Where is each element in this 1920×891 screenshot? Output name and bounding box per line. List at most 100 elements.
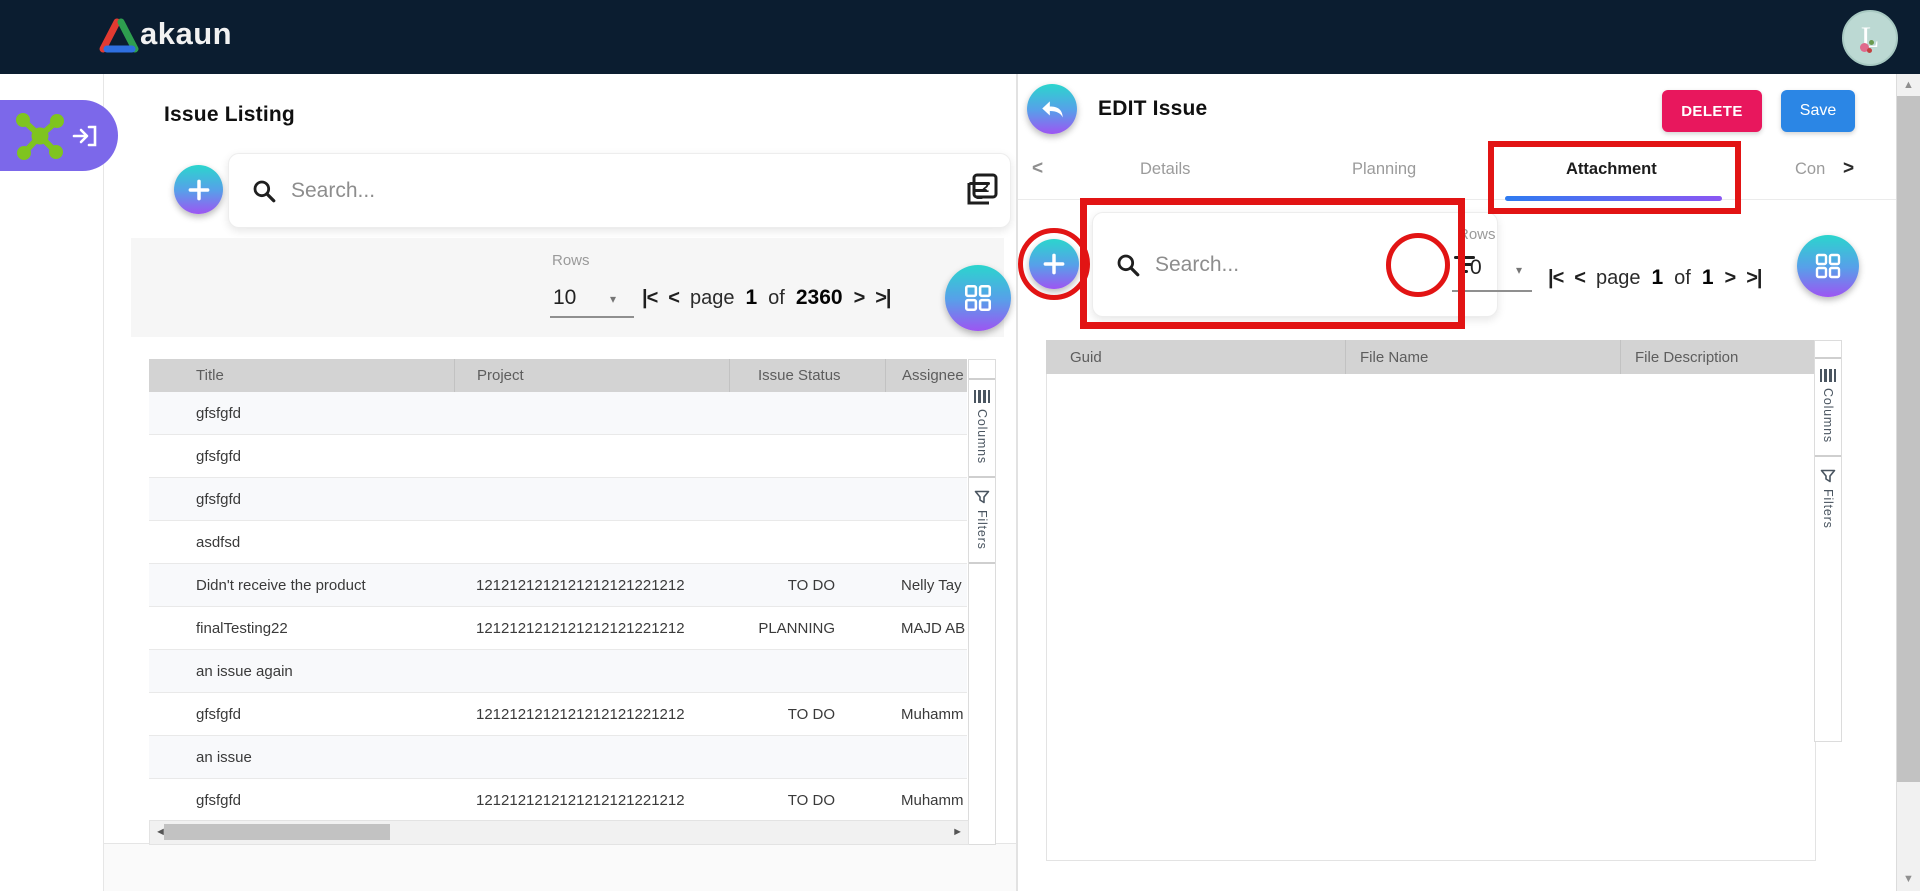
- chevron-down-icon[interactable]: ▾: [610, 292, 616, 306]
- table-row[interactable]: finalTesting22 1212121212121212121221212…: [149, 607, 967, 650]
- search-input[interactable]: [289, 178, 955, 204]
- cell-status: PLANNING: [729, 620, 885, 637]
- save-button[interactable]: Save: [1781, 90, 1855, 132]
- filter-funnel-icon: [974, 490, 990, 504]
- cell-title: asdfsd: [149, 534, 454, 551]
- columns-side-tab[interactable]: Columns: [1820, 359, 1837, 455]
- search-icon: [251, 178, 277, 204]
- prev-page-button[interactable]: <: [1574, 267, 1585, 290]
- table-row[interactable]: asdfsd: [149, 521, 967, 564]
- user-avatar[interactable]: L: [1842, 10, 1898, 66]
- cell-title: Didn't receive the product: [149, 577, 454, 594]
- brand-name: akaun: [140, 16, 232, 52]
- tab-planning[interactable]: Planning: [1352, 160, 1416, 179]
- rows-per-page-value[interactable]: 10: [553, 286, 576, 310]
- scroll-right-icon[interactable]: ►: [952, 827, 963, 838]
- prev-page-button[interactable]: <: [668, 287, 679, 310]
- column-header: Title: [149, 359, 454, 392]
- cell-project: 1212121212121212121221212: [454, 792, 729, 809]
- tabs-separator: [1018, 199, 1896, 200]
- page-total: 2360: [796, 286, 843, 310]
- column-header: Assignee: [885, 359, 967, 392]
- table-row[interactable]: gfsfgfd: [149, 478, 967, 521]
- table-row[interactable]: gfsfgfd: [149, 392, 967, 435]
- rows-select-underline: [1452, 290, 1532, 292]
- left-sidebar: [0, 74, 104, 891]
- tabs-scroll-right-icon[interactable]: >: [1843, 158, 1854, 180]
- columns-side-tab[interactable]: Columns: [974, 380, 991, 476]
- issue-table-header: Title Project Issue Status Assignee: [149, 359, 967, 392]
- last-page-button[interactable]: >|: [1746, 267, 1761, 290]
- scroll-down-icon[interactable]: ▼: [1903, 874, 1914, 885]
- top-bar: akaun L: [0, 0, 1920, 74]
- layout-switch-icon[interactable]: 2: [963, 171, 999, 209]
- akaun-logo-icon: [97, 16, 141, 56]
- panel-title: EDIT Issue: [1098, 97, 1207, 121]
- tab-details[interactable]: Details: [1140, 160, 1190, 179]
- table-side-tabs: Columns Filters: [1814, 340, 1842, 742]
- cell-title: finalTesting22: [149, 620, 454, 637]
- table-row[interactable]: gfsfgfd: [149, 435, 967, 478]
- svg-text:2: 2: [981, 179, 989, 196]
- page-vertical-scrollbar[interactable]: ▲ ▼: [1896, 74, 1920, 891]
- tab-conversation-clipped[interactable]: Con: [1795, 160, 1825, 179]
- rows-per-page-label: Rows: [552, 252, 590, 269]
- page-current: 1: [1651, 266, 1663, 290]
- cell-status: TO DO: [729, 577, 885, 594]
- back-button[interactable]: [1027, 84, 1077, 134]
- filters-tab-label: Filters: [975, 510, 989, 550]
- page-current: 1: [745, 286, 757, 310]
- grid-icon: [1813, 251, 1843, 281]
- grid-view-button[interactable]: [945, 265, 1011, 331]
- table-row[interactable]: an issue: [149, 736, 967, 779]
- column-header: File Description: [1620, 340, 1814, 374]
- cell-title: an issue again: [149, 663, 454, 680]
- delete-button[interactable]: DELETE: [1662, 90, 1762, 132]
- table-row[interactable]: an issue again: [149, 650, 967, 693]
- scroll-up-icon[interactable]: ▲: [1903, 80, 1914, 91]
- first-page-button[interactable]: |<: [642, 287, 657, 310]
- rows-select-underline: [550, 316, 634, 318]
- add-issue-button[interactable]: [174, 165, 223, 214]
- plus-icon: [186, 177, 212, 203]
- cell-title: gfsfgfd: [149, 792, 454, 809]
- pagination: |< < page 1 of 2360 > >|: [642, 286, 891, 310]
- cell-project: 1212121212121212121221212: [454, 620, 729, 637]
- add-attachment-button[interactable]: [1029, 239, 1079, 289]
- sidebar-item-network[interactable]: [0, 100, 118, 171]
- filters-side-tab[interactable]: Filters: [974, 478, 990, 562]
- filter-funnel-icon: [1820, 469, 1836, 483]
- column-header: Guid: [1046, 340, 1345, 374]
- rows-per-page-value[interactable]: 0: [1470, 256, 1482, 280]
- filters-side-tab[interactable]: Filters: [1820, 457, 1836, 541]
- table-row[interactable]: gfsfgfd 1212121212121212121221212 TO DO …: [149, 693, 967, 736]
- active-tab-underline: [1505, 196, 1722, 201]
- rows-per-page-label: Rows: [1458, 226, 1496, 243]
- molecule-network-icon: [12, 108, 68, 164]
- cell-title: gfsfgfd: [149, 448, 454, 465]
- avatar-flower-decoration: [1867, 48, 1872, 53]
- columns-tab-label: Columns: [1821, 388, 1835, 443]
- scrollbar-thumb[interactable]: [164, 824, 390, 840]
- cell-title: an issue: [149, 749, 454, 766]
- table-row[interactable]: Didn't receive the product 1212121212121…: [149, 564, 967, 607]
- grid-view-button[interactable]: [1797, 235, 1859, 297]
- table-row[interactable]: gfsfgfd 1212121212121212121221212 TO DO …: [149, 779, 967, 822]
- next-page-button[interactable]: >: [1725, 267, 1736, 290]
- columns-icon: [974, 390, 991, 403]
- tab-attachment[interactable]: Attachment: [1566, 160, 1657, 179]
- next-page-button[interactable]: >: [854, 287, 865, 310]
- column-header: File Name: [1345, 340, 1620, 374]
- table-horizontal-scrollbar[interactable]: ◄ ►: [149, 820, 969, 845]
- cell-status: TO DO: [729, 706, 885, 723]
- first-page-button[interactable]: |<: [1548, 267, 1563, 290]
- column-header: Issue Status: [729, 359, 885, 392]
- plus-icon: [1041, 251, 1067, 277]
- attachment-table-body-empty: [1046, 374, 1816, 861]
- of-label: of: [1674, 267, 1691, 290]
- search-input[interactable]: [1153, 252, 1444, 278]
- chevron-down-icon[interactable]: ▾: [1516, 263, 1522, 277]
- tabs-scroll-left-icon[interactable]: <: [1032, 158, 1043, 180]
- scrollbar-thumb[interactable]: [1897, 96, 1920, 782]
- last-page-button[interactable]: >|: [875, 287, 890, 310]
